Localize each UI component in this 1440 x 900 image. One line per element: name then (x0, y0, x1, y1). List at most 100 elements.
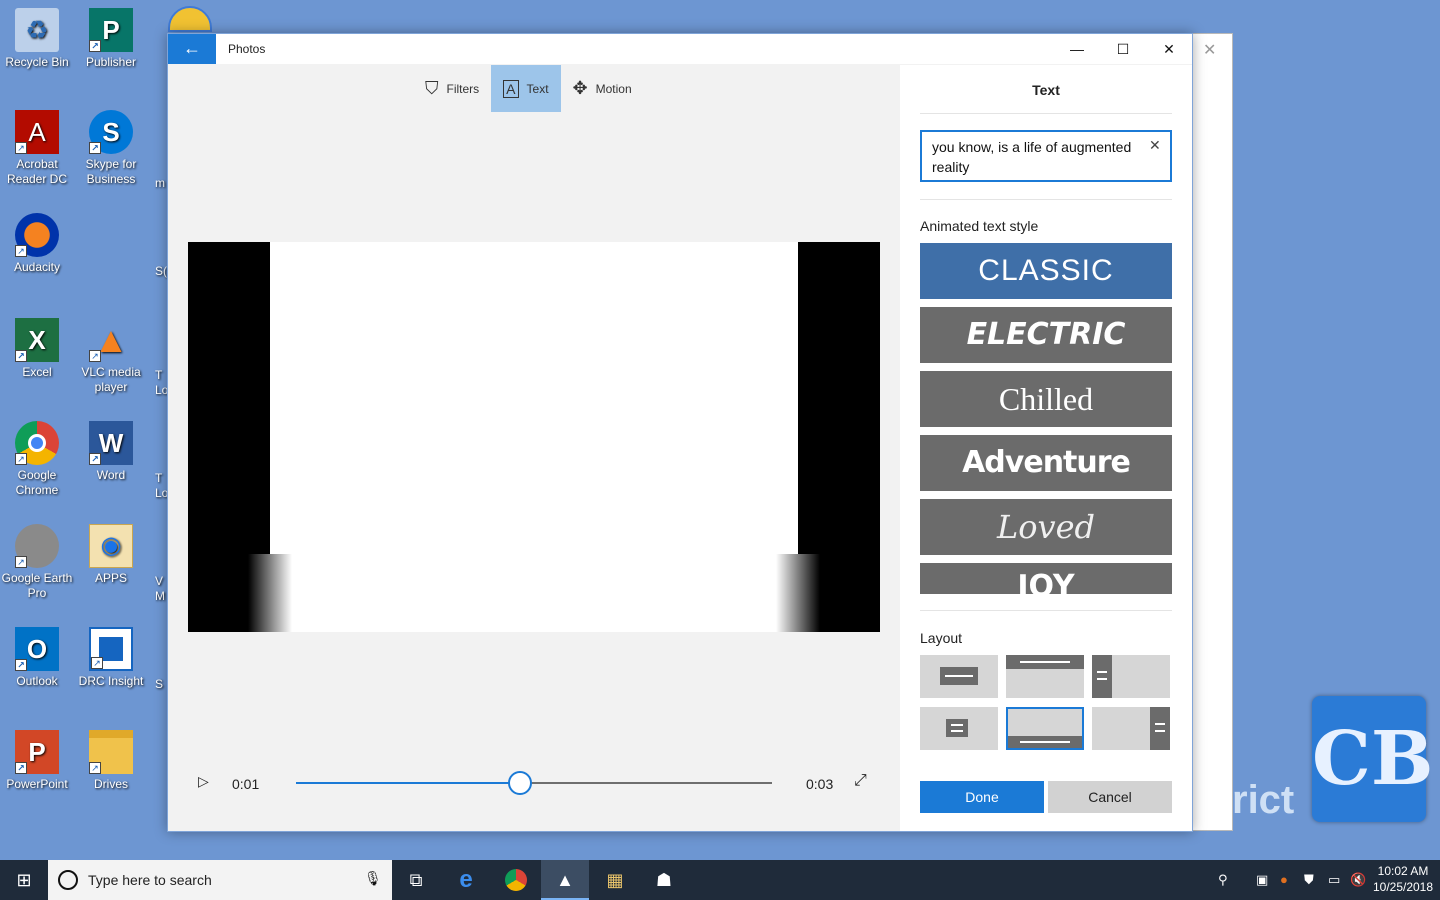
audacity-icon: ↗ (15, 213, 59, 257)
clock-date: 10/25/2018 (1372, 880, 1434, 894)
layout-bar-icon (1008, 736, 1082, 748)
shortcut-arrow-icon: ↗ (89, 762, 101, 774)
security-tray-icon[interactable]: ⛊ (1304, 872, 1314, 888)
photos-taskbar-icon[interactable]: ▲ (541, 860, 589, 900)
desktop-icon-label: Word (96, 468, 126, 482)
minimize-button[interactable]: — (1054, 34, 1100, 64)
network-tray-icon[interactable]: ▭ (1328, 872, 1340, 888)
seek-bar[interactable] (296, 771, 772, 795)
desktop-icon-excel[interactable]: X ↗ Excel (0, 318, 74, 380)
desktop-icon-publisher[interactable]: P ↗ Publisher (74, 8, 148, 70)
back-button[interactable]: ← (168, 34, 216, 64)
volume-muted-icon[interactable]: 🔇 (1350, 872, 1366, 888)
desktop-partial-label: V M (155, 574, 165, 603)
desktop-icon-audacity[interactable]: ↗ Audacity (0, 213, 74, 275)
app-tray-icon[interactable]: ● (1280, 872, 1288, 887)
desktop-icon-label: VLC media player (81, 365, 141, 394)
microphone-icon[interactable]: 🎙 (364, 870, 382, 887)
drc-insight-icon: ↗ (89, 627, 133, 671)
desktop-icon-acrobat[interactable]: A ↗ Acrobat Reader DC (0, 110, 74, 187)
layout-lower-left[interactable] (920, 707, 998, 750)
outlook-icon: O ↗ (15, 627, 59, 671)
text-button[interactable]: A Text (491, 65, 561, 112)
video-preview[interactable] (188, 242, 880, 632)
panel-title: Text (1032, 82, 1060, 98)
layout-left-side[interactable] (1092, 655, 1170, 698)
desktop-icon-powerpoint[interactable]: P ↗ PowerPoint (0, 730, 74, 792)
start-button[interactable]: ⊞ (0, 860, 48, 900)
layout-center[interactable] (920, 655, 998, 698)
close-button[interactable]: ✕ (1146, 34, 1192, 64)
done-button[interactable]: Done (920, 781, 1044, 813)
current-time: 0:01 (232, 776, 260, 792)
seek-thumb[interactable] (507, 771, 532, 795)
desktop-partial-label: S( (155, 264, 167, 278)
edit-toolbar: ⛉ Filters A Text ✥ Motion (413, 65, 644, 112)
text-style-list[interactable]: CLASSIC ELECTRIC Chilled Adventure Loved… (920, 243, 1172, 594)
desktop-icon-outlook[interactable]: O ↗ Outlook (0, 627, 74, 689)
style-loved[interactable]: Loved (920, 499, 1172, 555)
layout-bottom[interactable] (1006, 707, 1084, 750)
desktop-icon-apps[interactable]: ◉ APPS (74, 524, 148, 586)
printer-tray-icon[interactable]: ▣ (1256, 872, 1268, 888)
play-button[interactable]: ▷ (198, 773, 209, 790)
title-bar: ← Photos — ☐ ✕ (168, 34, 1192, 64)
filters-button[interactable]: ⛉ Filters (413, 65, 491, 112)
shortcut-arrow-icon: ↗ (15, 350, 27, 362)
edge-icon[interactable]: e (442, 860, 490, 900)
movie-maker-icon[interactable]: ▦ (591, 860, 639, 900)
people-app-icon[interactable]: ☗ (640, 860, 688, 900)
apps-icon: ◉ (89, 524, 133, 568)
caption-text-input[interactable]: you know, is a life of augmented reality (920, 130, 1172, 182)
fullscreen-icon[interactable]: ⤢ (854, 772, 867, 790)
shortcut-arrow-icon: ↗ (89, 350, 101, 362)
desktop-icon-label: Google Chrome (15, 468, 59, 497)
style-joy[interactable]: JOY (920, 563, 1172, 594)
desktop-icon-label: Drives (93, 777, 128, 791)
task-view-icon[interactable]: ⧉ (392, 860, 440, 900)
desktop-icon-label: DRC Insight (78, 674, 144, 688)
video-fade-right (776, 554, 820, 632)
desktop-partial-icon (168, 6, 212, 32)
people-tray-icon[interactable]: ⚲ (1218, 872, 1228, 888)
style-classic[interactable]: CLASSIC (920, 243, 1172, 299)
layout-right-side[interactable] (1092, 707, 1170, 750)
clock-time: 10:02 AM (1377, 864, 1429, 878)
chrome-icon: ↗ (15, 421, 59, 465)
chrome-taskbar-icon[interactable] (492, 860, 540, 900)
desktop-icon-label: Audacity (13, 260, 61, 274)
search-box[interactable]: Type here to search 🎙 (48, 860, 392, 900)
divider (920, 610, 1172, 611)
desktop-icon-google-earth[interactable]: ↗ Google Earth Pro (0, 524, 74, 601)
style-chilled[interactable]: Chilled (920, 371, 1172, 427)
chrome-glyph-icon (505, 869, 527, 891)
cancel-button[interactable]: Cancel (1048, 781, 1172, 813)
desktop-icon-drives[interactable]: ↗ Drives (74, 730, 148, 792)
desktop-icon-label: Acrobat Reader DC (6, 157, 68, 186)
divider (920, 199, 1172, 200)
style-adventure[interactable]: Adventure (920, 435, 1172, 491)
system-clock[interactable]: 10:02 AM 10/25/2018 (1368, 863, 1438, 895)
maximize-button[interactable]: ☐ (1100, 34, 1146, 64)
desktop-icon-chrome[interactable]: ↗ Google Chrome (0, 421, 74, 498)
motion-button[interactable]: ✥ Motion (561, 65, 644, 112)
background-close-icon[interactable]: ✕ (1203, 40, 1216, 60)
clear-text-icon[interactable]: ✕ (1149, 137, 1161, 154)
taskbar: ⊞ Type here to search 🎙 ⧉ e ▲ ▦ ☗ ⚲ ▣ ● … (0, 860, 1440, 900)
desktop-icon-vlc[interactable]: ▲ ↗ VLC media player (74, 318, 148, 395)
desktop-icon-label: Recycle Bin (5, 55, 69, 69)
desktop-icon-recycle-bin[interactable]: ♻ Recycle Bin (0, 8, 74, 70)
shortcut-arrow-icon: ↗ (15, 245, 27, 257)
text-panel: Text you know, is a life of augmented re… (900, 65, 1192, 831)
layout-top[interactable] (1006, 655, 1084, 698)
watermark-logo: CB (1312, 696, 1433, 822)
desktop-icon-label: Excel (22, 365, 52, 379)
desktop-icon-skype[interactable]: S ↗ Skype for Business (74, 110, 148, 187)
shortcut-arrow-icon: ↗ (89, 40, 101, 52)
desktop-icon-word[interactable]: W ↗ Word (74, 421, 148, 483)
desktop-icon-drc-insight[interactable]: ↗ DRC Insight (74, 627, 148, 689)
desktop-icon-label: APPS (94, 571, 127, 585)
style-electric[interactable]: ELECTRIC (920, 307, 1172, 363)
layout-bar-icon (1006, 655, 1084, 669)
shortcut-arrow-icon: ↗ (15, 453, 27, 465)
